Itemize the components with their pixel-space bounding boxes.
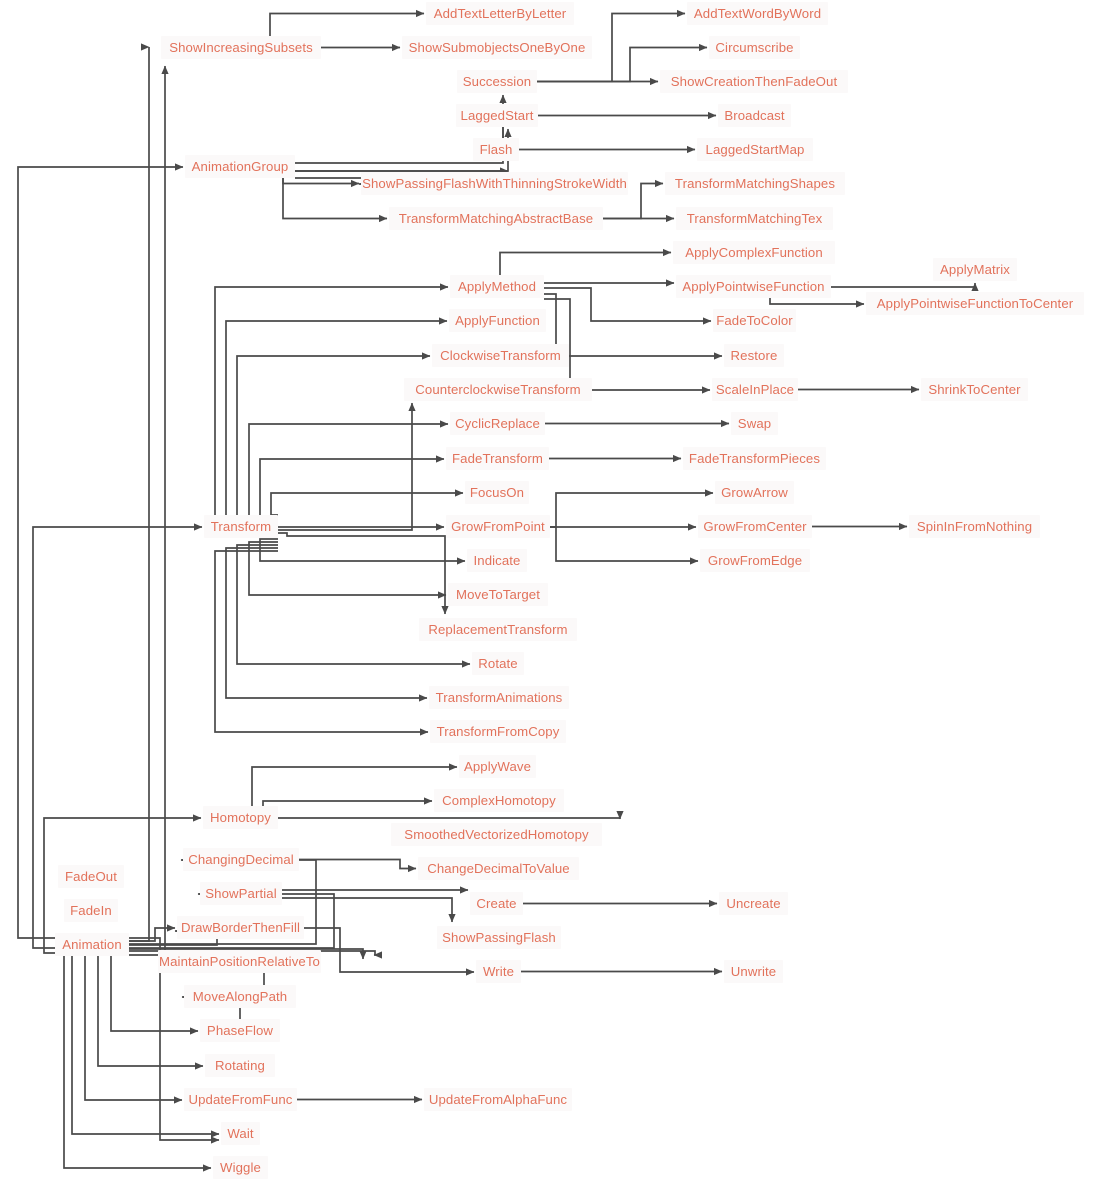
edge-transform-to-focuson	[270, 489, 464, 516]
node-fadetransform[interactable]: FadeTransform	[446, 447, 549, 470]
node-applymethod[interactable]: ApplyMethod	[450, 275, 544, 298]
node-showcreationthenfadeout[interactable]: ShowCreationThenFadeOut	[660, 70, 848, 93]
node-addtextletterbyletter[interactable]: AddTextLetterByLetter	[426, 2, 574, 25]
edge-transform-to-replacementtransform	[278, 532, 449, 615]
node-applypointwisefunction[interactable]: ApplyPointwiseFunction	[676, 275, 831, 298]
node-clockwisetransform[interactable]: ClockwiseTransform	[432, 344, 569, 367]
node-laggedstart[interactable]: LaggedStart	[456, 104, 538, 127]
node-homotopy[interactable]: Homotopy	[203, 806, 278, 829]
node-applywave[interactable]: ApplyWave	[459, 755, 536, 778]
node-create[interactable]: Create	[470, 892, 523, 915]
node-updatefromfunc[interactable]: UpdateFromFunc	[184, 1088, 297, 1111]
node-spininfromnothing[interactable]: SpinInFromNothing	[909, 515, 1040, 538]
node-applypointwisefunctiontocenter[interactable]: ApplyPointwiseFunctionToCenter	[866, 292, 1084, 315]
node-rotating[interactable]: Rotating	[205, 1054, 275, 1077]
node-uncreate[interactable]: Uncreate	[719, 892, 788, 915]
edge-growfrompoint-to-growfromedge	[550, 526, 699, 565]
node-cyclicreplace[interactable]: CyclicReplace	[450, 412, 545, 435]
edge-animation-up-rail	[129, 46, 153, 942]
node-restore[interactable]: Restore	[724, 344, 784, 367]
node-transformmatchingtex[interactable]: TransformMatchingTex	[676, 207, 833, 230]
node-transformanimations[interactable]: TransformAnimations	[429, 686, 569, 709]
node-swap[interactable]: Swap	[731, 412, 778, 435]
node-focuson[interactable]: FocusOn	[465, 481, 529, 504]
node-transformmatchingabstractbase[interactable]: TransformMatchingAbstractBase	[389, 207, 603, 230]
node-transformmatchingshapes[interactable]: TransformMatchingShapes	[665, 172, 845, 195]
node-circumscribe[interactable]: Circumscribe	[709, 36, 800, 59]
node-rotate[interactable]: Rotate	[472, 652, 524, 675]
node-broadcast[interactable]: Broadcast	[718, 104, 791, 127]
node-counterclockwisetransform[interactable]: CounterclockwiseTransform	[404, 378, 592, 401]
node-write[interactable]: Write	[476, 960, 521, 983]
node-growfromcenter[interactable]: GrowFromCenter	[698, 515, 812, 538]
edge-transform-to-transformfromcopy	[214, 550, 429, 736]
node-laggedstartmap[interactable]: LaggedStartMap	[697, 138, 813, 161]
node-growfromedge[interactable]: GrowFromEdge	[700, 549, 810, 572]
edge-transform-to-applymethod	[214, 283, 449, 522]
node-fadetransformpieces[interactable]: FadeTransformPieces	[683, 447, 826, 470]
node-wait[interactable]: Wait	[221, 1122, 260, 1145]
node-addtextwordbyword[interactable]: AddTextWordByWord	[687, 2, 828, 25]
edge-showpartial-to-showpassingflash	[282, 897, 456, 923]
node-showsubmobjectsonebyone[interactable]: ShowSubmobjectsOneByOne	[402, 36, 592, 59]
node-showpartial[interactable]: ShowPartial	[200, 882, 282, 905]
edge-transform-to-transformanimations	[225, 547, 428, 702]
node-updatefromalphafunc[interactable]: UpdateFromAlphaFunc	[424, 1088, 572, 1111]
node-phaseflow[interactable]: PhaseFlow	[200, 1019, 280, 1042]
edge-homotopy-to-complexhomotopy	[262, 797, 433, 819]
node-applyfunction[interactable]: ApplyFunction	[449, 309, 546, 332]
node-applymatrix[interactable]: ApplyMatrix	[933, 258, 1017, 281]
edge-applypointwisefunction-to-applypointwisefunctiontocenter	[769, 298, 865, 308]
node-flash[interactable]: Flash	[473, 138, 519, 161]
node-changedecimaltovalue[interactable]: ChangeDecimalToValue	[418, 857, 579, 880]
node-animation[interactable]: Animation	[55, 933, 129, 956]
edge-transform-to-fadetransform	[259, 455, 445, 537]
edge-transform-to-movetotarget	[248, 541, 447, 599]
edge-animation-to-updatefromfunc	[84, 956, 183, 1104]
node-growarrow[interactable]: GrowArrow	[715, 481, 794, 504]
node-transformfromcopy[interactable]: TransformFromCopy	[430, 720, 566, 743]
edge-transform-to-rotate	[236, 544, 471, 668]
node-fadetocolor[interactable]: FadeToColor	[713, 309, 796, 332]
class-hierarchy-diagram: AddTextLetterByLetter AddTextWordByWord Sh…	[0, 0, 1093, 1184]
node-smoothedvectorizedhomotopy[interactable]: SmoothedVectorizedHomotopy	[391, 823, 602, 846]
edge-animation-to-drawborderthenfill	[129, 924, 176, 942]
node-fadein[interactable]: FadeIn	[64, 899, 118, 922]
edge-transform-to-clockwisetransform	[236, 352, 431, 528]
node-showincreasingsubsets[interactable]: ShowIncreasingSubsets	[161, 36, 321, 59]
node-movetotarget[interactable]: MoveToTarget	[448, 583, 548, 606]
node-drawborderthenfill[interactable]: DrawBorderThenFill	[177, 916, 304, 939]
node-wiggle[interactable]: Wiggle	[213, 1156, 268, 1179]
edge-homotopy-to-applywave	[251, 763, 458, 819]
edge-applypointwisefunction-to-applymatrix	[831, 282, 979, 291]
node-animationgroup[interactable]: AnimationGroup	[185, 155, 295, 178]
node-showpassingflash[interactable]: ShowPassingFlash	[437, 926, 561, 949]
node-replacementtransform[interactable]: ReplacementTransform	[419, 618, 577, 641]
node-shrinktocenter[interactable]: ShrinkToCenter	[921, 378, 1028, 401]
node-showpassingflashwiththinningstrokewidth[interactable]: ShowPassingFlashWithThinningStrokeWidth	[361, 172, 628, 195]
node-applycomplexfunction[interactable]: ApplyComplexFunction	[673, 241, 835, 264]
node-fadeout[interactable]: FadeOut	[58, 865, 124, 888]
edge-homotopy-to-smoothedvectorizedhomotopy	[278, 811, 624, 820]
edge-animation-to-animationgroup	[17, 163, 184, 939]
node-growfrompoint[interactable]: GrowFromPoint	[446, 515, 550, 538]
node-maintainpositionrelativeto[interactable]: MaintainPositionRelativeTo	[158, 950, 321, 973]
node-unwrite[interactable]: Unwrite	[724, 960, 783, 983]
node-movealongpath[interactable]: MoveAlongPath	[184, 985, 296, 1008]
node-succession[interactable]: Succession	[457, 70, 537, 93]
edge-transform-to-indicate	[259, 538, 466, 565]
edge-transform-to-cyclicreplace	[248, 420, 449, 534]
edge-growfrompoint-to-growarrow	[550, 489, 714, 528]
node-transform[interactable]: Transform	[204, 515, 278, 538]
node-scaleinplace[interactable]: ScaleInPlace	[712, 378, 798, 401]
edge-transform-to-counterclockwisetransform	[278, 402, 416, 531]
node-complexhomotopy[interactable]: ComplexHomotopy	[434, 789, 564, 812]
node-indicate[interactable]: Indicate	[467, 549, 527, 572]
node-changingdecimal[interactable]: ChangingDecimal	[183, 848, 299, 871]
